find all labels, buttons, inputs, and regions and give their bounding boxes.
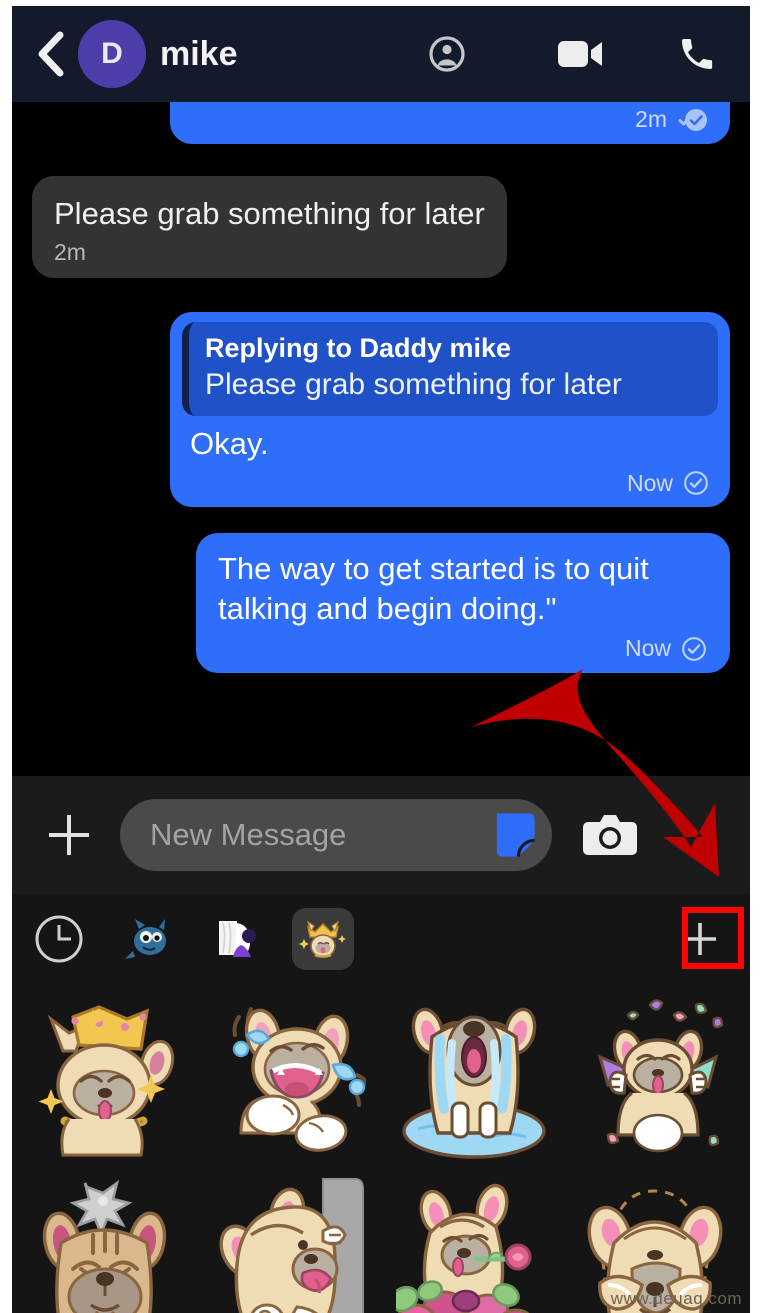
back-button[interactable]: [26, 26, 72, 82]
dog-king-crown-sticker: [38, 1005, 175, 1157]
sticker-item[interactable]: [566, 988, 751, 1168]
message-bubble-incoming[interactable]: Please grab something for later 2m: [32, 175, 507, 279]
message-composer: New Message: [12, 776, 750, 894]
dog-peeking-wall-sticker: [219, 1178, 365, 1313]
sticker-icon[interactable]: [486, 808, 540, 862]
sent-check-icon: [684, 471, 708, 496]
phone-screen: D mike 2m Please grab something for late…: [12, 6, 750, 1313]
message-text: The way to get started is to quit talkin…: [218, 551, 649, 626]
message-row: Please grab something for later 2m: [32, 175, 730, 279]
reply-quote[interactable]: Replying to Daddy mike Please grab somet…: [182, 322, 718, 416]
contact-name[interactable]: mike: [160, 35, 238, 74]
watermark: www.deuaq.com: [610, 1289, 742, 1308]
message-thread[interactable]: West. 2m Please grab something for later: [12, 102, 750, 776]
sticker-item[interactable]: [197, 988, 382, 1168]
voice-call-button[interactable]: [666, 23, 728, 85]
message-text: Okay.: [190, 425, 269, 461]
clock-icon: [35, 915, 83, 963]
dog-sobbing-puddle-sticker: [402, 1007, 546, 1159]
reply-quote-title: Replying to Daddy mike: [205, 333, 512, 364]
message-time: Now: [624, 635, 671, 662]
avatar-initial: D: [101, 37, 123, 70]
sticker-item[interactable]: [381, 1168, 566, 1313]
message-row: West. 2m: [32, 102, 730, 144]
avatar[interactable]: D: [78, 20, 146, 88]
chevron-left-icon: [38, 31, 64, 77]
message-row: The way to get started is to quit talkin…: [32, 533, 730, 673]
video-call-button[interactable]: [550, 23, 612, 85]
sticker-tab-hand-face[interactable]: [204, 908, 266, 970]
message-time: Now: [626, 469, 673, 496]
sticker-item[interactable]: [197, 1168, 382, 1313]
message-bubble-reply[interactable]: Replying to Daddy mike Please grab somet…: [170, 312, 730, 508]
screenshot-root: D mike 2m Please grab something for late…: [0, 0, 765, 1313]
sticker-tab-bar: [12, 894, 750, 984]
sticker-tab-recents[interactable]: [28, 908, 90, 970]
sticker-tab-dog-king[interactable]: [292, 908, 354, 970]
message-meta: 2m: [190, 106, 710, 134]
message-bubble-outgoing[interactable]: West. 2m: [170, 102, 730, 144]
reply-quote-body: Please grab something for later: [205, 368, 622, 402]
dog-confetti-party-sticker: [597, 999, 724, 1153]
dog-rose-flowers-sticker: [395, 1183, 532, 1313]
read-receipt-double-check-icon: [678, 108, 707, 131]
sticker-item[interactable]: [12, 1168, 197, 1313]
message-meta: Now: [182, 469, 718, 497]
message-time: 2m: [54, 239, 86, 266]
sent-check-icon: [682, 636, 706, 661]
plus-icon: [49, 815, 89, 855]
account-circle-icon: [429, 36, 465, 72]
message-time: 2m: [635, 106, 667, 133]
highlight-annotation-box: [682, 907, 744, 969]
blue-cat-sticker-icon: [125, 919, 166, 959]
video-camera-icon: [558, 41, 602, 67]
message-bubble-outgoing[interactable]: The way to get started is to quit talkin…: [196, 533, 730, 673]
chat-header: D mike: [12, 6, 750, 102]
sticker-item[interactable]: [381, 988, 566, 1168]
hand-face-sticker-icon: [219, 921, 256, 957]
message-meta: 2m: [54, 239, 485, 266]
message-text: Please grab something for later: [54, 195, 485, 231]
sticker-grid: [12, 984, 750, 1313]
camera-icon: [583, 815, 637, 855]
message-input-pill[interactable]: New Message: [120, 799, 552, 871]
camera-button[interactable]: [572, 797, 648, 873]
add-attachment-button[interactable]: [30, 796, 108, 874]
dog-angry-scribble-sticker: [43, 1179, 167, 1313]
sticker-tray: [12, 894, 750, 1313]
message-row: Replying to Daddy mike Please grab somet…: [32, 312, 730, 508]
sticker-tab-blue-cat[interactable]: [116, 908, 178, 970]
dog-laughing-crying-sticker: [232, 1007, 367, 1152]
message-input[interactable]: New Message: [150, 817, 486, 853]
profile-button[interactable]: [416, 23, 478, 85]
sticker-item[interactable]: [12, 988, 197, 1168]
message-meta: Now: [218, 635, 708, 663]
dog-crown-sticker-icon: [299, 920, 346, 958]
phone-icon: [682, 39, 713, 69]
